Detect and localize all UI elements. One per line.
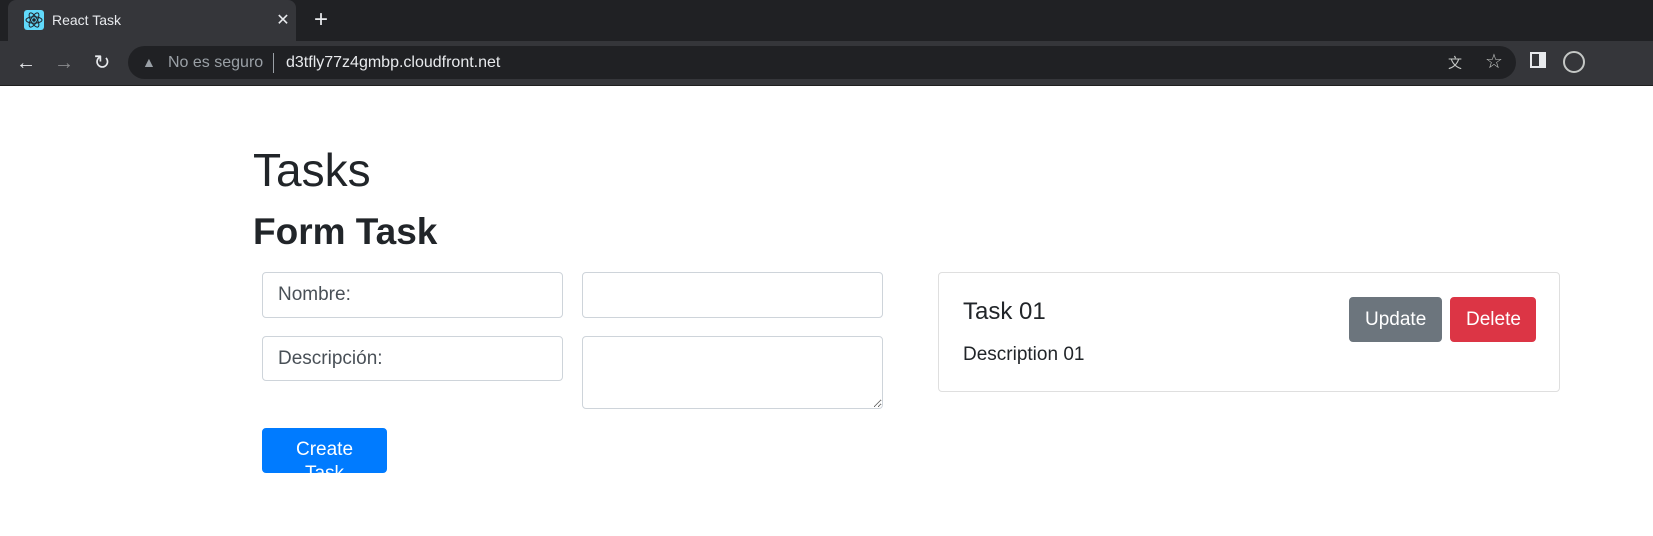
browser-toolbar: ← → ↻ ▲ No es seguro d3tfly77z4gmbp.clou… (0, 41, 1653, 86)
tab-title: React Task (52, 12, 121, 28)
page-title: Tasks (253, 144, 371, 196)
translate-icon[interactable]: 文 (1445, 53, 1465, 73)
update-button[interactable]: Update (1349, 297, 1442, 342)
task-card: Task 01 Description 01 Update Delete (938, 272, 1560, 392)
delete-button[interactable]: Delete (1450, 297, 1536, 342)
security-status[interactable]: No es seguro (168, 53, 263, 73)
name-label: Nombre: (262, 272, 563, 318)
reload-icon[interactable]: ↻ (88, 49, 116, 77)
address-bar[interactable]: ▲ No es seguro d3tfly77z4gmbp.cloudfront… (128, 46, 1516, 79)
description-label: Descripción: (262, 336, 563, 381)
divider (273, 53, 274, 73)
browser-tab[interactable]: React Task ✕ (8, 0, 296, 41)
forward-icon[interactable]: → (50, 49, 78, 77)
bookmark-star-icon[interactable]: ☆ (1483, 51, 1505, 73)
warning-icon[interactable]: ▲ (142, 54, 158, 70)
react-logo-icon (24, 10, 44, 30)
close-icon[interactable]: ✕ (273, 11, 293, 31)
url-text[interactable]: d3tfly77z4gmbp.cloudfront.net (286, 53, 500, 73)
back-icon[interactable]: ← (12, 49, 40, 77)
form-heading: Form Task (253, 211, 438, 252)
profile-icon[interactable] (1563, 51, 1585, 73)
description-textarea[interactable] (582, 336, 883, 409)
side-panel-icon[interactable] (1530, 52, 1546, 68)
task-title: Task 01 (963, 298, 1046, 325)
tab-strip: React Task ✕ + (0, 0, 1653, 41)
task-description: Description 01 (963, 344, 1085, 365)
create-task-button[interactable]: Create Task (262, 428, 387, 484)
new-tab-button[interactable]: + (307, 7, 335, 35)
name-input[interactable] (582, 272, 883, 318)
